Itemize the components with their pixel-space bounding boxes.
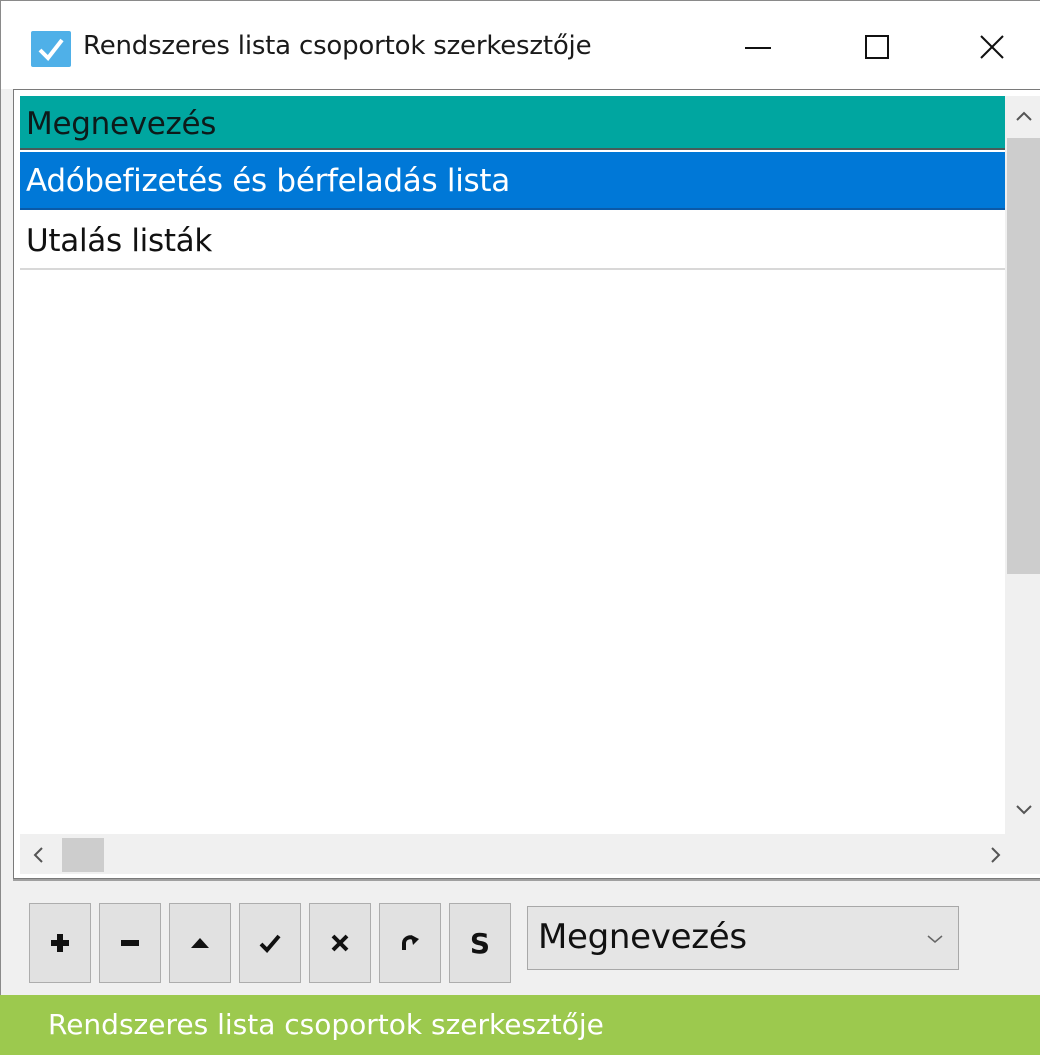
- redo-icon: [402, 935, 419, 950]
- sort-field-value: Megnevezés: [538, 917, 747, 957]
- vertical-scrollbar[interactable]: [1005, 96, 1040, 834]
- chevron-down-icon: [927, 935, 943, 943]
- add-button[interactable]: [29, 903, 91, 983]
- checkmark-icon: [31, 31, 71, 67]
- triangle-up-icon: [191, 938, 209, 948]
- cancel-button[interactable]: [309, 903, 371, 983]
- window-title: Rendszeres lista csoportok szerkesztője: [83, 31, 592, 61]
- plus-icon: [51, 934, 69, 952]
- maximize-icon: [865, 35, 889, 59]
- scroll-thumb[interactable]: [62, 838, 104, 872]
- close-icon: [980, 35, 1004, 59]
- title-bar[interactable]: Rendszeres lista csoportok szerkesztője: [1, 1, 1040, 89]
- editor-window: Rendszeres lista csoportok szerkesztője …: [0, 0, 1040, 995]
- horizontal-scrollbar[interactable]: [20, 834, 1040, 874]
- chevron-up-icon: [1016, 111, 1032, 121]
- divider: [13, 879, 1040, 881]
- list-item[interactable]: Utalás listák: [20, 212, 1005, 270]
- caption-bar: Rendszeres lista csoportok szerkesztője: [0, 995, 1040, 1055]
- minus-icon: [121, 940, 139, 946]
- refresh-button[interactable]: [379, 903, 441, 983]
- maximize-button[interactable]: [843, 23, 913, 73]
- minimize-button[interactable]: [723, 23, 793, 73]
- close-button[interactable]: [957, 23, 1027, 73]
- x-icon: [331, 934, 349, 952]
- s-button-label: S: [469, 926, 491, 960]
- chevron-right-icon: [991, 847, 1001, 863]
- list-item[interactable]: Adóbefizetés és bérfeladás lista: [20, 152, 1005, 210]
- list-grid: Megnevezés Adóbefizetés és bérfeladás li…: [13, 89, 1040, 879]
- move-up-button[interactable]: [169, 903, 231, 983]
- scroll-thumb[interactable]: [1007, 138, 1040, 574]
- column-header-megnevezes[interactable]: Megnevezés: [20, 96, 1005, 150]
- s-button[interactable]: S: [449, 903, 511, 983]
- minimize-icon: [745, 47, 771, 49]
- check-icon: [259, 934, 281, 953]
- remove-button[interactable]: [99, 903, 161, 983]
- confirm-button[interactable]: [239, 903, 301, 983]
- chevron-down-icon: [1016, 805, 1032, 815]
- chevron-left-icon: [33, 847, 43, 863]
- sort-field-select[interactable]: Megnevezés: [527, 906, 959, 970]
